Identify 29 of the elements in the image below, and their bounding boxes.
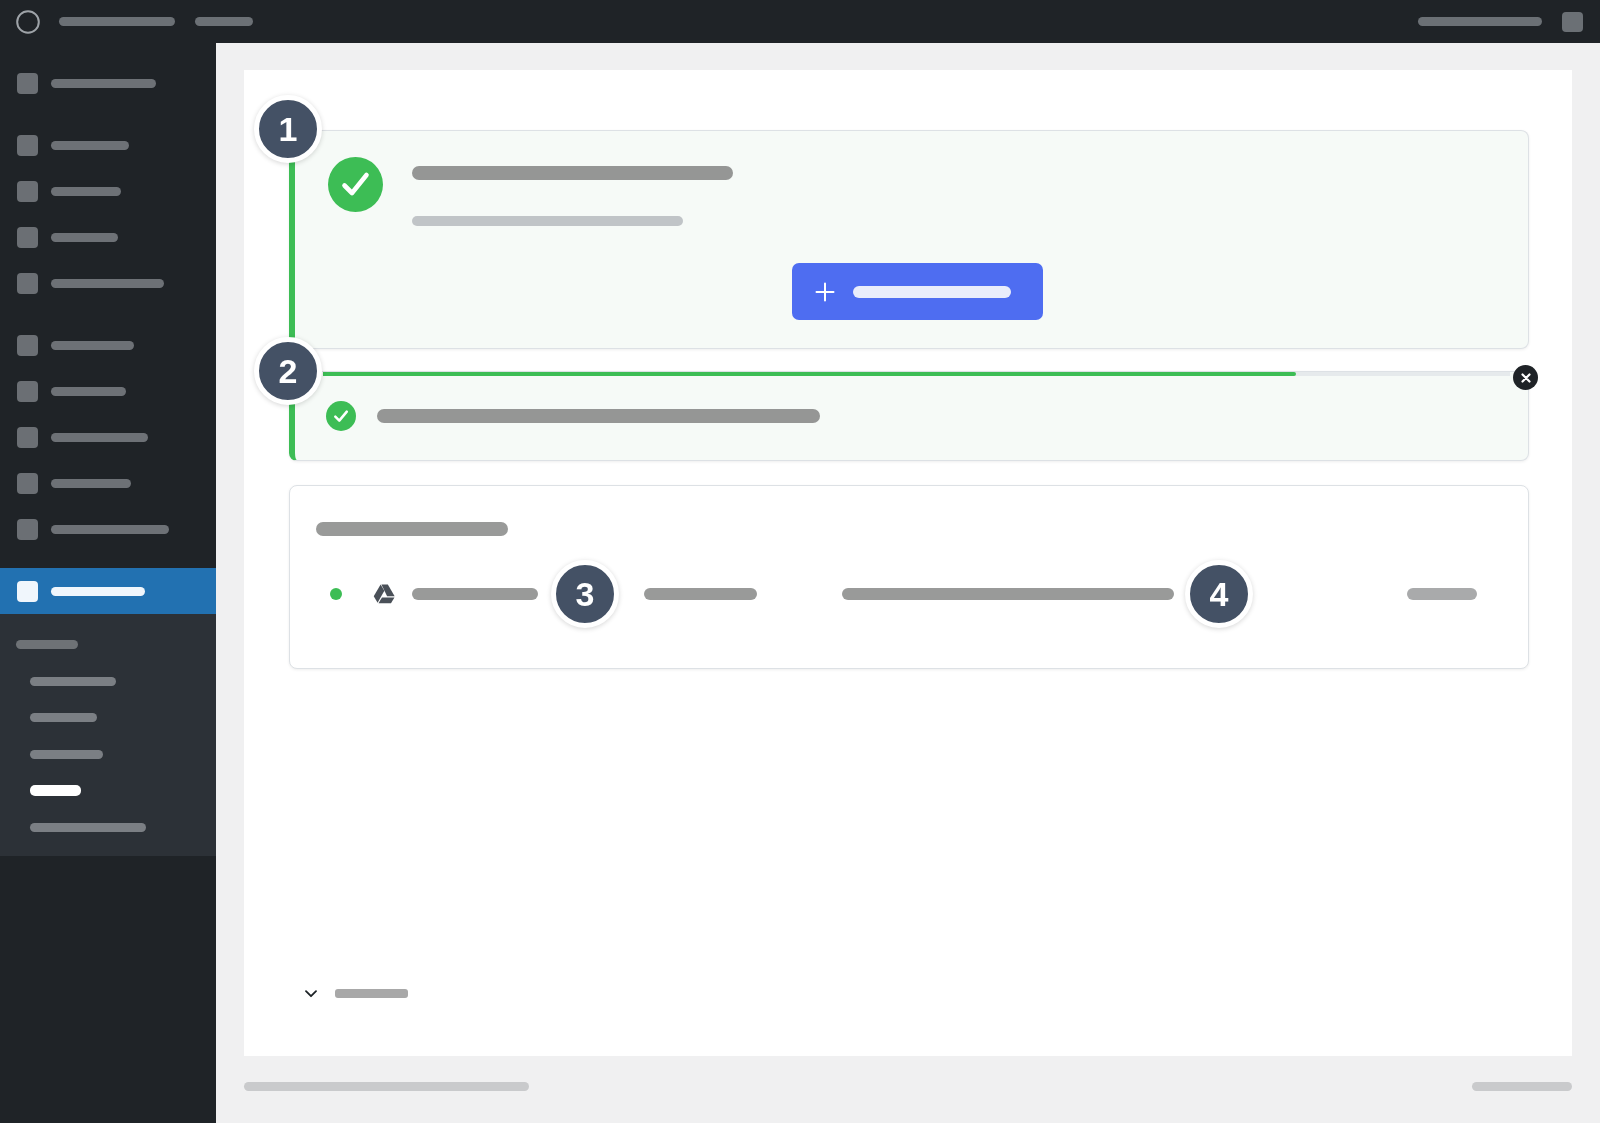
check-circle-icon	[326, 401, 356, 431]
menu-icon	[17, 472, 38, 494]
menu-icon	[17, 518, 38, 540]
menu-icon	[17, 72, 38, 94]
menu-icon	[17, 580, 38, 602]
menu-label-placeholder	[51, 232, 118, 242]
plus-icon	[814, 281, 835, 302]
submenu-item-placeholder[interactable]	[30, 785, 81, 796]
menu-icon	[17, 226, 38, 248]
add-button[interactable]	[791, 263, 1043, 320]
menu-icon	[17, 334, 38, 356]
avatar-placeholder[interactable]	[1562, 11, 1583, 32]
close-icon	[1520, 372, 1531, 383]
menu-label-placeholder	[51, 186, 121, 196]
check-circle-icon	[328, 157, 383, 212]
menu-icon	[17, 426, 38, 448]
menu-icon	[17, 272, 38, 294]
circle-logo-icon[interactable]	[16, 9, 40, 34]
menu-placeholder[interactable]	[195, 17, 253, 26]
triangle-logo-icon	[373, 584, 395, 604]
menu-icon	[17, 134, 38, 156]
action-placeholder[interactable]	[1407, 588, 1477, 600]
toggle-label-placeholder[interactable]	[335, 989, 408, 998]
submenu-heading-placeholder	[16, 640, 78, 649]
chevron-down-icon[interactable]	[305, 989, 317, 998]
menu-icon	[17, 380, 38, 402]
close-button[interactable]	[1513, 365, 1538, 390]
sidebar-item[interactable]	[0, 568, 216, 614]
menu-icon	[17, 180, 38, 202]
